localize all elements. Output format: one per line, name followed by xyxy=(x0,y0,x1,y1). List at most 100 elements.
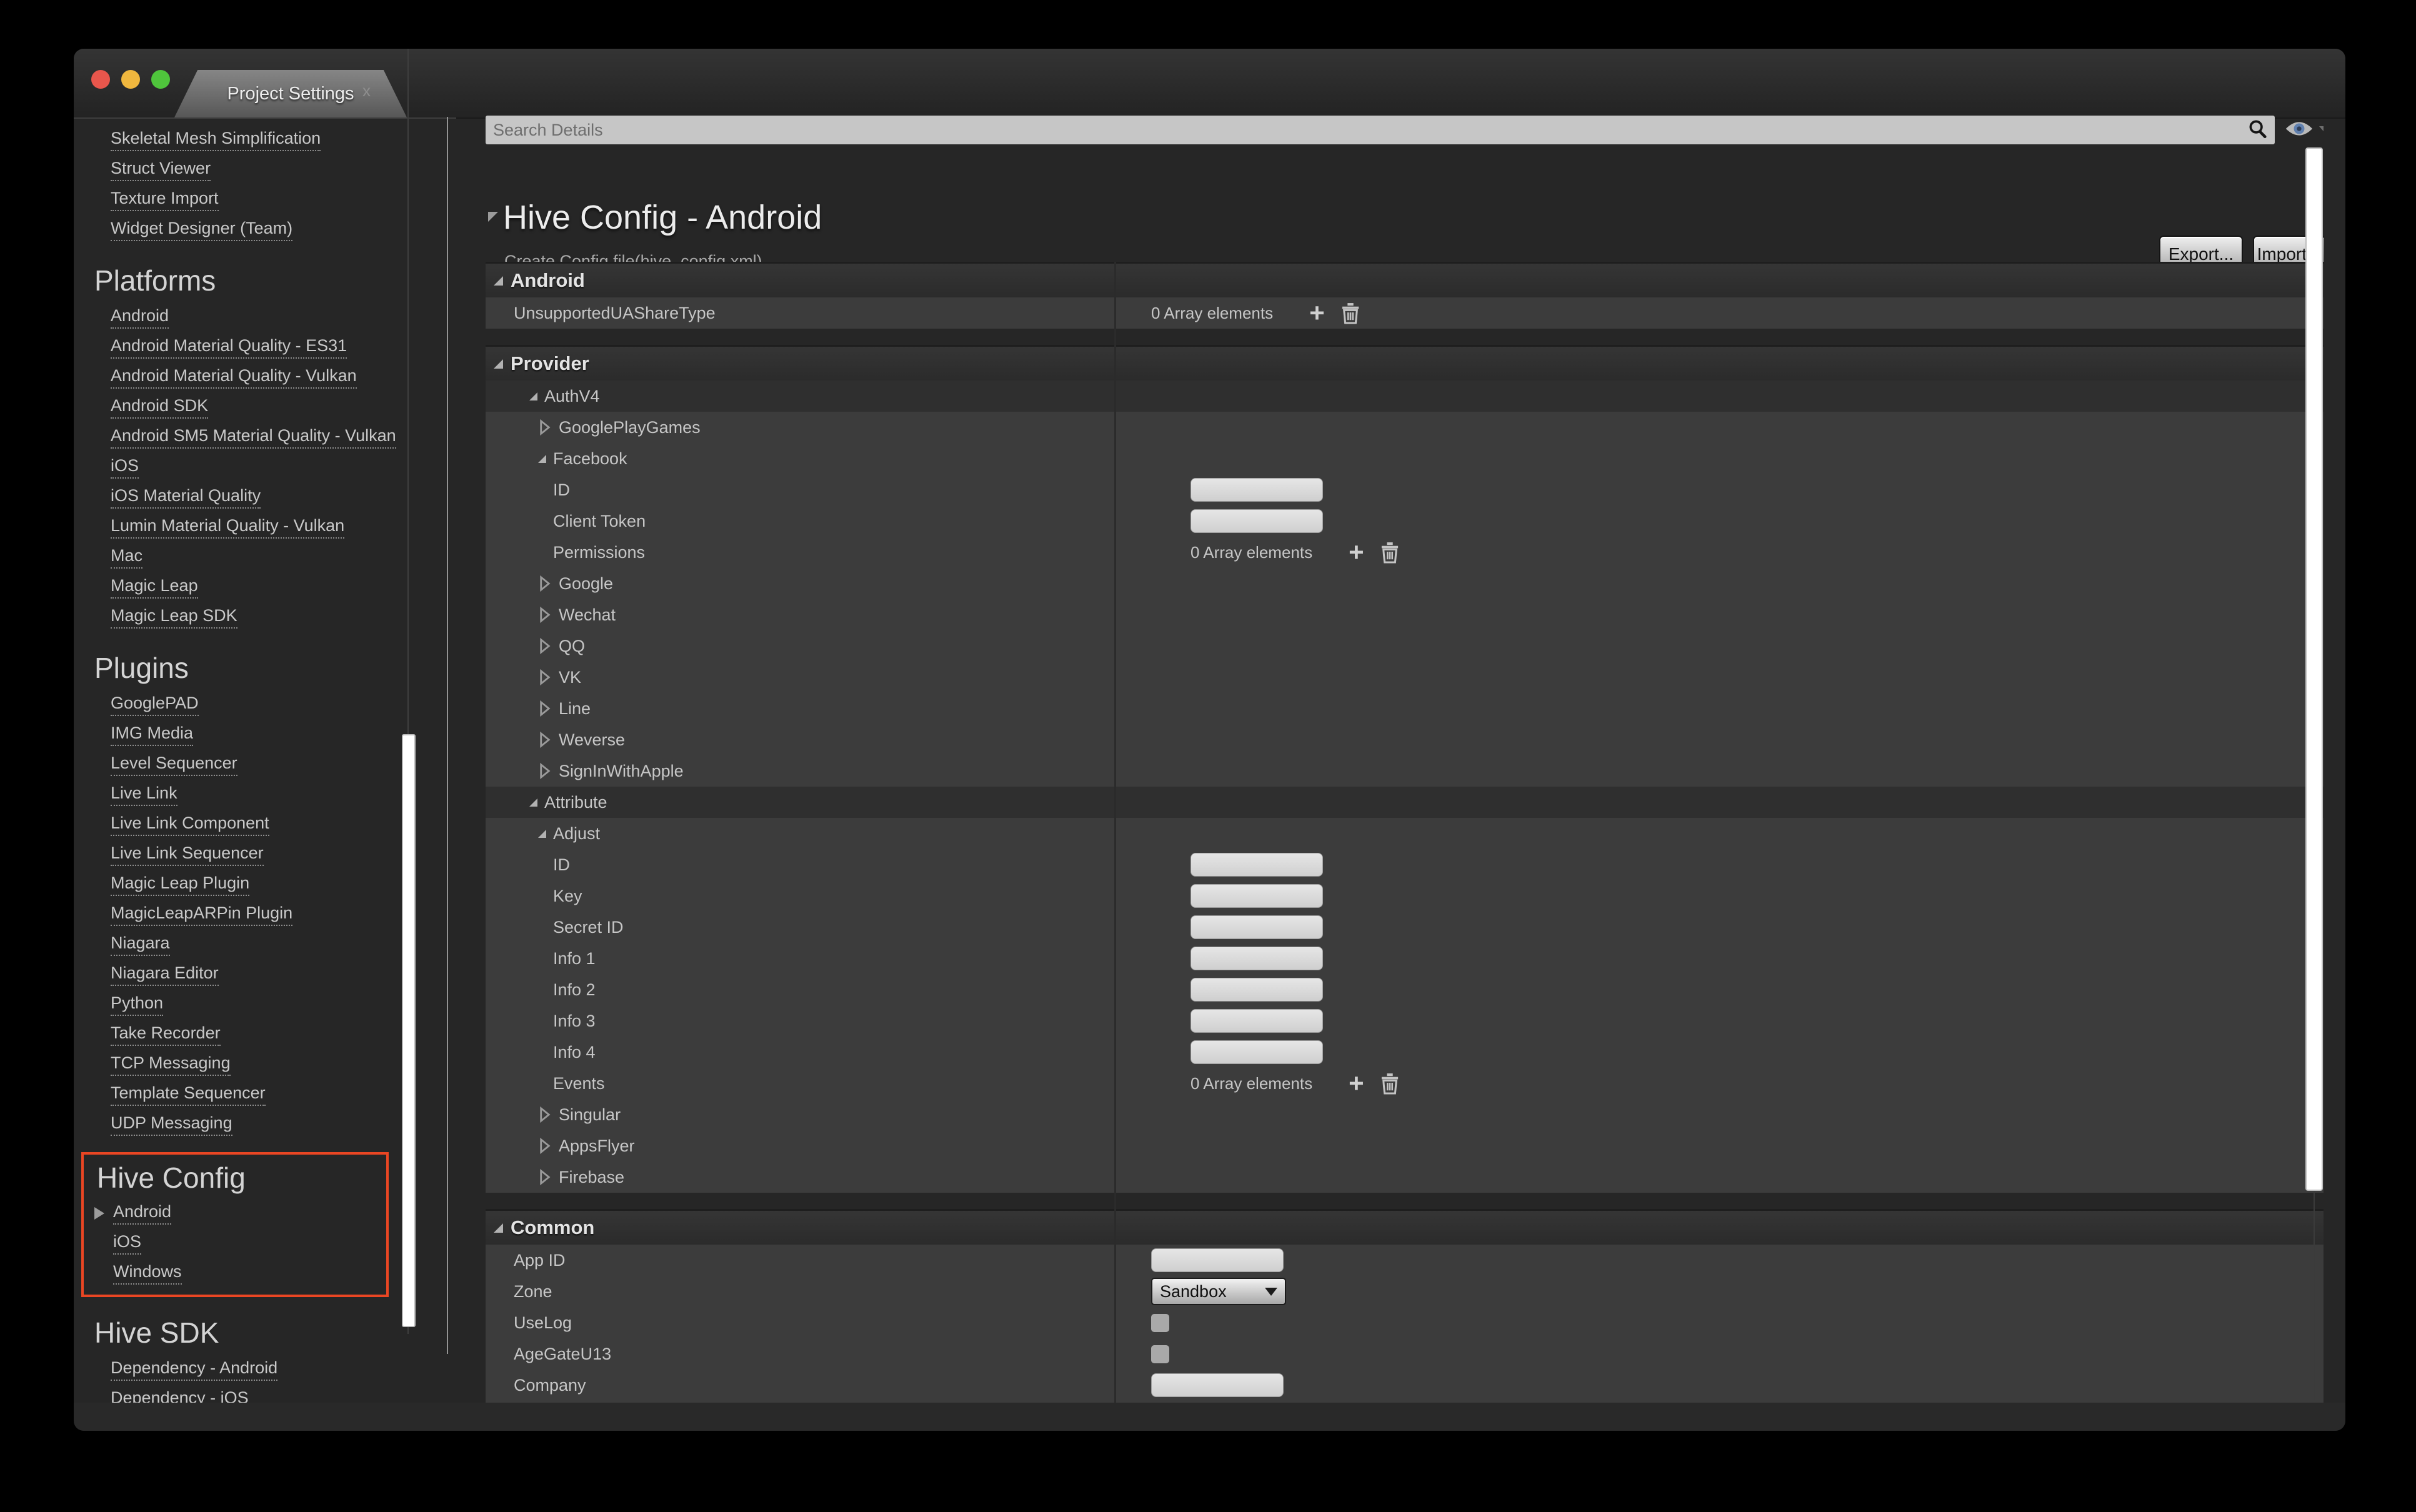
setting-label: Adjust xyxy=(553,824,600,843)
expanded-triangle-icon[interactable] xyxy=(538,830,546,838)
sidebar-item-dependency-android[interactable]: Dependency - Android xyxy=(74,1355,456,1385)
text-input[interactable] xyxy=(1151,1373,1284,1397)
text-input[interactable] xyxy=(1191,1009,1323,1033)
text-input[interactable] xyxy=(1191,509,1323,533)
title-bar: Project Settings x xyxy=(74,49,2345,119)
name-value-column-divider[interactable] xyxy=(1114,262,1116,1403)
tab-close-icon[interactable]: x xyxy=(362,81,371,101)
sidebar-item-android-sm5-material-quality-vulkan[interactable]: Android SM5 Material Quality - Vulkan xyxy=(74,422,456,452)
page-collapse-icon[interactable] xyxy=(488,212,498,222)
setting-row-facebook: Facebook xyxy=(486,443,2324,474)
collapsed-triangle-icon[interactable] xyxy=(538,762,552,780)
tab-project-settings[interactable]: Project Settings x xyxy=(174,70,407,117)
text-input[interactable] xyxy=(1191,947,1323,970)
collapsed-triangle-icon[interactable] xyxy=(538,1168,552,1186)
sidebar-item-python[interactable]: Python xyxy=(74,990,456,1020)
collapsed-triangle-icon[interactable] xyxy=(538,637,552,655)
expanded-triangle-icon[interactable] xyxy=(529,392,537,400)
sidebar-item-android[interactable]: Android xyxy=(74,302,456,332)
sidebar-item-magic-leap-sdk[interactable]: Magic Leap SDK xyxy=(74,602,456,632)
setting-row-authv4: AuthV4 xyxy=(486,380,2324,412)
setting-value-cell xyxy=(1142,1338,2324,1370)
sidebar-item-texture-import[interactable]: Texture Import xyxy=(74,185,456,215)
setting-name-cell: Weverse xyxy=(486,724,1167,755)
text-input[interactable] xyxy=(1151,1248,1284,1272)
text-input[interactable] xyxy=(1191,1040,1323,1064)
text-input[interactable] xyxy=(1191,915,1323,939)
collapsed-triangle-icon[interactable] xyxy=(538,606,552,624)
view-options-eye-icon[interactable] xyxy=(2284,118,2314,142)
zoom-window-button[interactable] xyxy=(151,70,170,89)
add-element-icon[interactable]: + xyxy=(1349,1074,1364,1093)
main-scrollbar-thumb[interactable] xyxy=(2305,147,2323,1191)
sidebar-item-struct-viewer[interactable]: Struct Viewer xyxy=(74,155,456,185)
close-window-button[interactable] xyxy=(91,70,110,89)
section-header-provider[interactable]: Provider xyxy=(486,345,2324,380)
text-input[interactable] xyxy=(1191,853,1323,877)
setting-label: Events xyxy=(553,1074,605,1093)
sidebar-item-img-media[interactable]: IMG Media xyxy=(74,720,456,750)
delete-elements-trash-icon[interactable] xyxy=(1380,541,1399,564)
sidebar-item-template-sequencer[interactable]: Template Sequencer xyxy=(74,1080,456,1110)
sidebar-item-android-material-quality-es31[interactable]: Android Material Quality - ES31 xyxy=(74,332,456,362)
sidebar-item-mac[interactable]: Mac xyxy=(74,542,456,572)
sidebar-item-label: Template Sequencer xyxy=(111,1083,266,1106)
collapsed-triangle-icon[interactable] xyxy=(538,731,552,749)
collapsed-triangle-icon[interactable] xyxy=(538,700,552,717)
sidebar-item-udp-messaging[interactable]: UDP Messaging xyxy=(74,1110,456,1140)
array-elements-count: 0 Array elements xyxy=(1191,543,1312,562)
sidebar-item-android-material-quality-vulkan[interactable]: Android Material Quality - Vulkan xyxy=(74,362,456,392)
sidebar-item-skeletal-mesh-simplification[interactable]: Skeletal Mesh Simplification xyxy=(74,125,456,155)
search-bar[interactable] xyxy=(486,116,2275,144)
sidebar-item-ios[interactable]: iOS xyxy=(74,452,456,482)
sidebar-item-magic-leap-plugin[interactable]: Magic Leap Plugin xyxy=(74,870,456,900)
collapsed-triangle-icon[interactable] xyxy=(538,575,552,592)
checkbox-unchecked[interactable] xyxy=(1151,1345,1169,1363)
setting-name-cell: Google xyxy=(486,568,1167,599)
sidebar-item-lumin-material-quality-vulkan[interactable]: Lumin Material Quality - Vulkan xyxy=(74,512,456,542)
sidebar-item-take-recorder[interactable]: Take Recorder xyxy=(74,1020,456,1050)
sidebar-item-magicleaparpin-plugin[interactable]: MagicLeapARPin Plugin xyxy=(74,900,456,930)
section-header-common[interactable]: Common xyxy=(486,1209,2324,1245)
sidebar-item-windows[interactable]: Windows xyxy=(84,1258,386,1288)
sidebar-scrollbar-thumb[interactable] xyxy=(402,734,416,1327)
setting-row-agegateu13: AgeGateU13 xyxy=(486,1338,2324,1370)
sidebar-item-ios[interactable]: iOS xyxy=(84,1228,386,1258)
delete-elements-trash-icon[interactable] xyxy=(1380,1072,1399,1095)
sidebar-item-ios-material-quality[interactable]: iOS Material Quality xyxy=(74,482,456,512)
sidebar-item-googlepad[interactable]: GooglePAD xyxy=(74,690,456,720)
sidebar-item-widget-designer-team-[interactable]: Widget Designer (Team) xyxy=(74,215,456,245)
collapsed-triangle-icon[interactable] xyxy=(538,1137,552,1155)
delete-elements-trash-icon[interactable] xyxy=(1341,302,1360,324)
sidebar-item-niagara[interactable]: Niagara xyxy=(74,930,456,960)
sidebar-item-android[interactable]: Android xyxy=(84,1198,386,1228)
minimize-window-button[interactable] xyxy=(121,70,140,89)
sidebar-item-level-sequencer[interactable]: Level Sequencer xyxy=(74,750,456,780)
sidebar-item-magic-leap[interactable]: Magic Leap xyxy=(74,572,456,602)
collapsed-triangle-icon[interactable] xyxy=(538,669,552,686)
expanded-triangle-icon[interactable] xyxy=(529,798,537,807)
add-element-icon[interactable]: + xyxy=(1349,543,1364,562)
sidebar-item-dependency-ios[interactable]: Dependency - iOS xyxy=(74,1385,456,1404)
sidebar-item-live-link-component[interactable]: Live Link Component xyxy=(74,810,456,840)
search-input[interactable] xyxy=(486,121,2247,140)
expanded-triangle-icon[interactable] xyxy=(538,455,546,463)
project-settings-window: Project Settings x Skeletal Mesh Simplif… xyxy=(74,49,2345,1431)
text-input[interactable] xyxy=(1191,478,1323,502)
collapsed-triangle-icon[interactable] xyxy=(538,419,552,436)
section-header-android[interactable]: Android xyxy=(486,262,2324,297)
text-input[interactable] xyxy=(1191,978,1323,1002)
sidebar-item-niagara-editor[interactable]: Niagara Editor xyxy=(74,960,456,990)
sidebar-item-tcp-messaging[interactable]: TCP Messaging xyxy=(74,1050,456,1080)
collapsed-triangle-icon[interactable] xyxy=(538,1106,552,1123)
checkbox-unchecked[interactable] xyxy=(1151,1314,1169,1332)
sidebar-item-label: MagicLeapARPin Plugin xyxy=(111,903,292,926)
add-element-icon[interactable]: + xyxy=(1309,304,1325,322)
view-options-caret-icon[interactable] xyxy=(2319,126,2324,135)
sidebar-item-live-link[interactable]: Live Link xyxy=(74,780,456,810)
sidebar-item-android-sdk[interactable]: Android SDK xyxy=(74,392,456,422)
setting-label: Wechat xyxy=(559,605,616,625)
zone-dropdown[interactable]: Sandbox xyxy=(1151,1278,1286,1305)
sidebar-item-live-link-sequencer[interactable]: Live Link Sequencer xyxy=(74,840,456,870)
text-input[interactable] xyxy=(1191,884,1323,908)
